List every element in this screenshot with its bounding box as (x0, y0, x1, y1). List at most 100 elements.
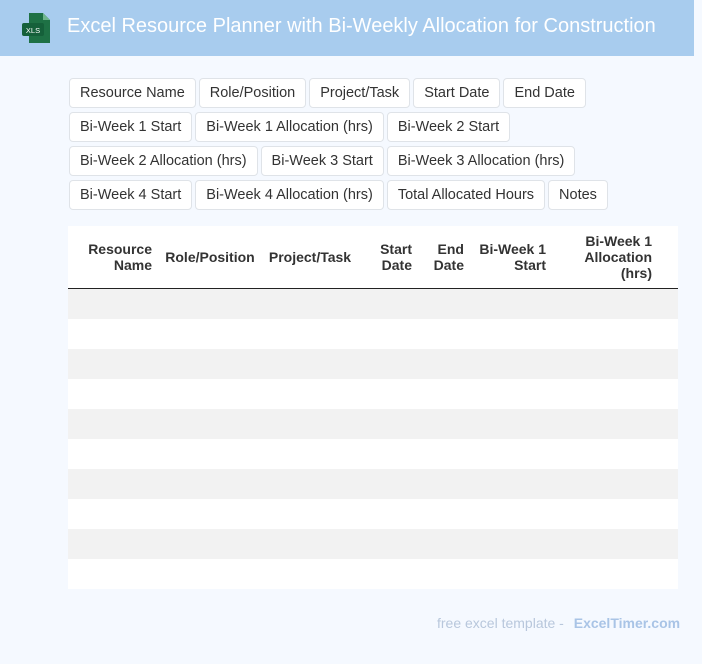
table-cell[interactable] (68, 559, 158, 589)
table-cell[interactable] (68, 499, 158, 529)
table-cell[interactable] (658, 439, 678, 469)
column-header[interactable]: Role/Position (158, 226, 262, 289)
table-cell[interactable] (418, 349, 470, 379)
table-cell[interactable] (470, 469, 552, 499)
table-cell[interactable] (262, 529, 358, 559)
table-cell[interactable] (658, 379, 678, 409)
table-cell[interactable] (552, 529, 658, 559)
column-header[interactable]: Resource Name (68, 226, 158, 289)
table-cell[interactable] (470, 439, 552, 469)
table-cell[interactable] (470, 529, 552, 559)
column-chip[interactable]: Start Date (413, 78, 501, 108)
table-cell[interactable] (418, 288, 470, 319)
column-chip[interactable]: End Date (503, 78, 586, 108)
table-cell[interactable] (658, 499, 678, 529)
table-cell[interactable] (552, 319, 658, 349)
table-cell[interactable] (262, 288, 358, 319)
table-cell[interactable] (470, 499, 552, 529)
footer-brand-link[interactable]: ExcelTimer.com (574, 615, 680, 631)
table-cell[interactable] (358, 319, 418, 349)
table-cell[interactable] (68, 288, 158, 319)
table-cell[interactable] (158, 529, 262, 559)
column-header[interactable]: Start Date (358, 226, 418, 289)
column-chip[interactable]: Total Allocated Hours (386, 180, 546, 210)
table-cell[interactable] (358, 499, 418, 529)
column-header[interactable]: Bi-Week 1 Allocation (hrs) (552, 226, 658, 289)
column-chip[interactable]: Bi-Week 3 Start (260, 146, 384, 176)
table-cell[interactable] (658, 319, 678, 349)
table-cell[interactable] (470, 379, 552, 409)
table-cell[interactable] (658, 469, 678, 499)
table-cell[interactable] (158, 379, 262, 409)
table-cell[interactable] (358, 288, 418, 319)
table-cell[interactable] (68, 319, 158, 349)
column-chip[interactable]: Project/Task (309, 78, 411, 108)
column-chip[interactable]: Bi-Week 4 Start (69, 180, 193, 210)
resource-table-container[interactable]: Resource Name Role/Position Project/Task St… (68, 226, 678, 589)
table-cell[interactable] (158, 409, 262, 439)
table-cell[interactable] (262, 439, 358, 469)
column-header[interactable]: Bi-Week 1 Start (470, 226, 552, 289)
column-chip[interactable]: Role/Position (198, 78, 307, 108)
table-cell[interactable] (658, 409, 678, 439)
table-cell[interactable] (552, 288, 658, 319)
column-header[interactable]: End Date (418, 226, 470, 289)
table-cell[interactable] (158, 559, 262, 589)
table-cell[interactable] (418, 379, 470, 409)
table-cell[interactable] (68, 439, 158, 469)
column-chip[interactable]: Bi-Week 1 Start (69, 112, 193, 142)
table-cell[interactable] (158, 469, 262, 499)
column-chip[interactable]: Resource Name (69, 78, 196, 108)
table-cell[interactable] (658, 288, 678, 319)
table-cell[interactable] (418, 559, 470, 589)
table-cell[interactable] (68, 469, 158, 499)
column-header[interactable]: Bi-Week 2 Start (658, 226, 678, 289)
table-cell[interactable] (358, 529, 418, 559)
table-cell[interactable] (552, 469, 658, 499)
column-chip[interactable]: Bi-Week 3 Allocation (hrs) (386, 146, 576, 176)
table-cell[interactable] (68, 409, 158, 439)
table-cell[interactable] (658, 529, 678, 559)
column-chip[interactable]: Bi-Week 2 Allocation (hrs) (69, 146, 258, 176)
table-cell[interactable] (470, 288, 552, 319)
table-cell[interactable] (68, 379, 158, 409)
column-chip[interactable]: Bi-Week 2 Start (386, 112, 511, 142)
table-cell[interactable] (358, 439, 418, 469)
table-cell[interactable] (262, 499, 358, 529)
table-cell[interactable] (418, 319, 470, 349)
table-cell[interactable] (470, 409, 552, 439)
table-cell[interactable] (262, 469, 358, 499)
table-cell[interactable] (552, 559, 658, 589)
table-cell[interactable] (358, 349, 418, 379)
table-cell[interactable] (262, 319, 358, 349)
table-cell[interactable] (552, 379, 658, 409)
table-cell[interactable] (158, 319, 262, 349)
table-cell[interactable] (158, 499, 262, 529)
table-cell[interactable] (418, 469, 470, 499)
table-cell[interactable] (658, 349, 678, 379)
table-cell[interactable] (552, 409, 658, 439)
column-header[interactable]: Project/Task (262, 226, 358, 289)
table-cell[interactable] (158, 288, 262, 319)
table-cell[interactable] (552, 499, 658, 529)
table-cell[interactable] (658, 559, 678, 589)
table-cell[interactable] (262, 349, 358, 379)
table-cell[interactable] (418, 439, 470, 469)
table-cell[interactable] (158, 439, 262, 469)
table-cell[interactable] (418, 499, 470, 529)
table-cell[interactable] (68, 349, 158, 379)
table-cell[interactable] (358, 409, 418, 439)
table-cell[interactable] (358, 379, 418, 409)
column-chip[interactable]: Bi-Week 4 Allocation (hrs) (195, 180, 384, 210)
table-cell[interactable] (68, 529, 158, 559)
table-cell[interactable] (470, 319, 552, 349)
column-chip[interactable]: Bi-Week 1 Allocation (hrs) (195, 112, 384, 142)
table-cell[interactable] (358, 559, 418, 589)
table-cell[interactable] (552, 439, 658, 469)
table-cell[interactable] (262, 379, 358, 409)
table-cell[interactable] (470, 559, 552, 589)
table-cell[interactable] (470, 349, 552, 379)
table-cell[interactable] (418, 409, 470, 439)
table-cell[interactable] (158, 349, 262, 379)
table-cell[interactable] (262, 559, 358, 589)
